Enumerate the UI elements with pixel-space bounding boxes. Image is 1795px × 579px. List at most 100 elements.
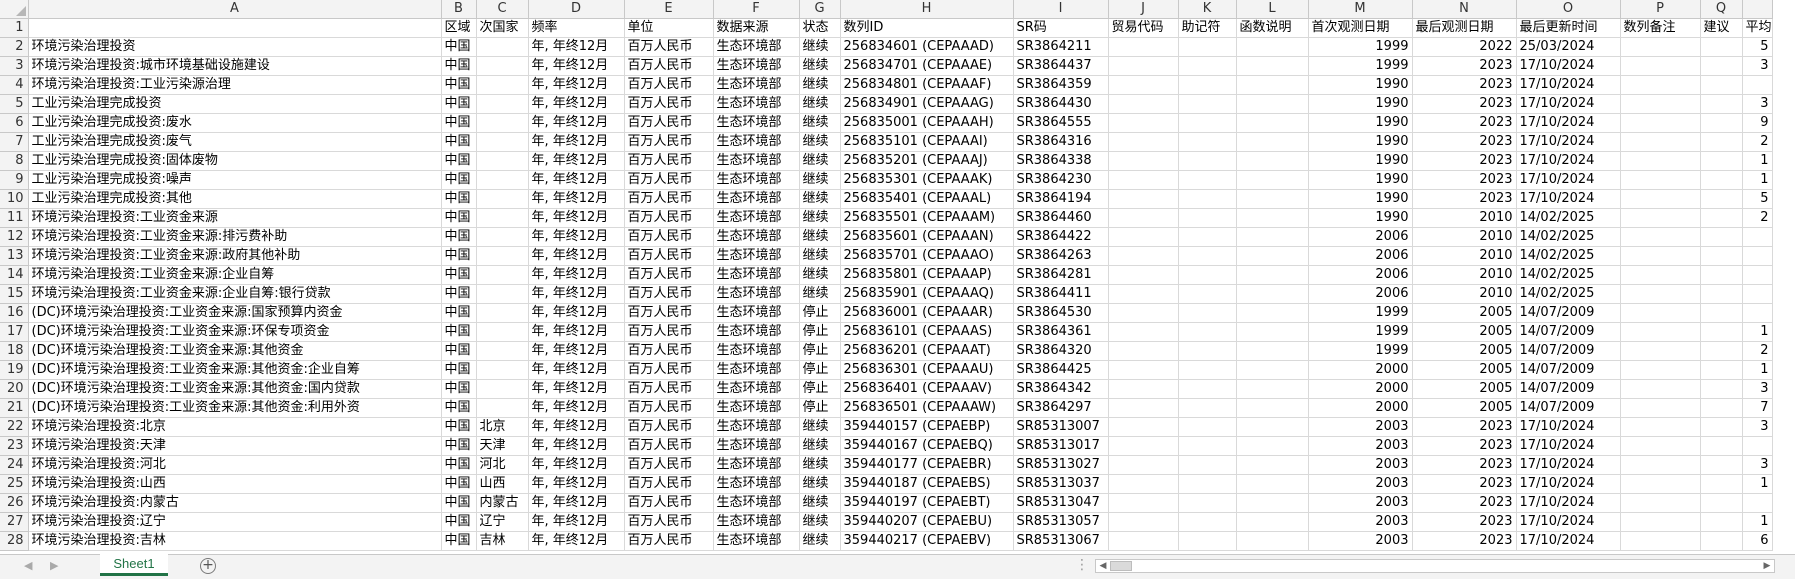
cell[interactable]: 17/10/2024 bbox=[1516, 151, 1621, 171]
cell[interactable]: 中国 bbox=[441, 493, 477, 513]
cell[interactable]: 1990 bbox=[1308, 208, 1413, 228]
cell[interactable]: 环境污染治理投资:工业资金来源:企业自筹:银行贷款 bbox=[28, 284, 442, 304]
cell[interactable]: 继续 bbox=[799, 265, 841, 285]
cell[interactable]: 生态环境部 bbox=[713, 151, 800, 171]
cell[interactable]: SR3864359 bbox=[1013, 75, 1109, 95]
cell[interactable]: 2000 bbox=[1308, 398, 1413, 418]
cell[interactable]: 环境污染治理投资 bbox=[28, 37, 442, 57]
cell[interactable]: SR85313027 bbox=[1013, 455, 1109, 475]
cell[interactable]: 中国 bbox=[441, 170, 477, 190]
cell[interactable] bbox=[1108, 151, 1179, 171]
cell[interactable]: 生态环境部 bbox=[713, 208, 800, 228]
cell[interactable] bbox=[476, 265, 529, 285]
cell[interactable]: SR3864430 bbox=[1013, 94, 1109, 114]
column-header[interactable]: F bbox=[713, 0, 800, 19]
column-header[interactable]: E bbox=[624, 0, 714, 19]
cell[interactable] bbox=[1178, 474, 1237, 494]
cell[interactable]: 2005 bbox=[1412, 341, 1517, 361]
cell[interactable] bbox=[1236, 208, 1309, 228]
cell[interactable]: 百万人民币 bbox=[624, 246, 714, 266]
cell[interactable] bbox=[1700, 94, 1743, 114]
cell[interactable] bbox=[1236, 493, 1309, 513]
row-number[interactable]: 9 bbox=[0, 170, 29, 190]
cell[interactable]: 继续 bbox=[799, 531, 841, 551]
cell[interactable] bbox=[1178, 56, 1237, 76]
cell[interactable]: 256835201 (CEPAAAJ) bbox=[840, 151, 1014, 171]
cell[interactable]: 2000 bbox=[1308, 379, 1413, 399]
cell[interactable] bbox=[1178, 113, 1237, 133]
cell[interactable] bbox=[1700, 493, 1743, 513]
cell[interactable]: 生态环境部 bbox=[713, 474, 800, 494]
column-title-cell[interactable]: 数据来源 bbox=[713, 18, 800, 38]
cell[interactable]: 256835101 (CEPAAAI) bbox=[840, 132, 1014, 152]
row-number[interactable]: 15 bbox=[0, 284, 29, 304]
cell[interactable]: 256836201 (CEPAAAT) bbox=[840, 341, 1014, 361]
cell[interactable] bbox=[1108, 341, 1179, 361]
cell[interactable] bbox=[1620, 398, 1701, 418]
cell[interactable] bbox=[1236, 360, 1309, 380]
row-number[interactable]: 22 bbox=[0, 417, 29, 437]
cell[interactable]: 年, 年终12月 bbox=[528, 303, 625, 323]
worksheet-table[interactable]: A B C D E F G H I J K L M N O P Q 1 区域 次国家 频率 单位 数据来源 状态 数列ID SR码… bbox=[0, 0, 1773, 551]
cell[interactable]: 北京 bbox=[476, 417, 529, 437]
cell[interactable]: 年, 年终12月 bbox=[528, 227, 625, 247]
cell[interactable]: 359440197 (CEPAEBT) bbox=[840, 493, 1014, 513]
cell[interactable]: 中国 bbox=[441, 189, 477, 209]
cell[interactable]: 17/10/2024 bbox=[1516, 512, 1621, 532]
cell[interactable] bbox=[1700, 341, 1743, 361]
cell[interactable]: 1 bbox=[1742, 512, 1773, 532]
column-header[interactable]: B bbox=[441, 0, 477, 19]
cell[interactable] bbox=[1700, 455, 1743, 475]
cell[interactable]: SR3864437 bbox=[1013, 56, 1109, 76]
cell[interactable] bbox=[1108, 75, 1179, 95]
cell[interactable]: 环境污染治理投资:山西 bbox=[28, 474, 442, 494]
row-number[interactable]: 18 bbox=[0, 341, 29, 361]
cell[interactable]: 百万人民币 bbox=[624, 208, 714, 228]
cell[interactable] bbox=[1236, 132, 1309, 152]
cell[interactable]: 359440167 (CEPAEBQ) bbox=[840, 436, 1014, 456]
cell[interactable]: 17/10/2024 bbox=[1516, 75, 1621, 95]
cell[interactable] bbox=[1236, 474, 1309, 494]
cell[interactable]: SR3864342 bbox=[1013, 379, 1109, 399]
cell[interactable] bbox=[476, 56, 529, 76]
cell[interactable]: 14/07/2009 bbox=[1516, 379, 1621, 399]
cell[interactable] bbox=[1178, 208, 1237, 228]
cell[interactable] bbox=[1178, 341, 1237, 361]
cell[interactable]: 256834801 (CEPAAAF) bbox=[840, 75, 1014, 95]
cell[interactable] bbox=[1108, 360, 1179, 380]
cell[interactable]: 2023 bbox=[1412, 170, 1517, 190]
cell[interactable]: (DC)环境污染治理投资:工业资金来源:其他资金 bbox=[28, 341, 442, 361]
column-title-cell[interactable]: 数列ID bbox=[840, 18, 1014, 38]
cell[interactable] bbox=[1700, 189, 1743, 209]
cell[interactable]: 年, 年终12月 bbox=[528, 417, 625, 437]
cell[interactable]: 中国 bbox=[441, 531, 477, 551]
cell[interactable]: 17/10/2024 bbox=[1516, 455, 1621, 475]
cell[interactable] bbox=[1236, 151, 1309, 171]
cell[interactable]: (DC)环境污染治理投资:工业资金来源:国家预算内资金 bbox=[28, 303, 442, 323]
cell[interactable]: 年, 年终12月 bbox=[528, 265, 625, 285]
cell[interactable]: 中国 bbox=[441, 455, 477, 475]
cell[interactable]: 2005 bbox=[1412, 379, 1517, 399]
column-title-cell[interactable]: 助记符 bbox=[1178, 18, 1237, 38]
cell[interactable]: 百万人民币 bbox=[624, 455, 714, 475]
cell[interactable] bbox=[1178, 398, 1237, 418]
cell[interactable]: 2023 bbox=[1412, 417, 1517, 437]
cell[interactable]: 继续 bbox=[799, 493, 841, 513]
cell[interactable]: 停止 bbox=[799, 341, 841, 361]
cell[interactable]: 环境污染治理投资:工业资金来源 bbox=[28, 208, 442, 228]
cell[interactable]: 256835601 (CEPAAAN) bbox=[840, 227, 1014, 247]
cell[interactable]: 2003 bbox=[1308, 474, 1413, 494]
cell[interactable]: 工业污染治理完成投资:其他 bbox=[28, 189, 442, 209]
cell[interactable] bbox=[1620, 189, 1701, 209]
cell[interactable]: SR3864263 bbox=[1013, 246, 1109, 266]
cell[interactable]: (DC)环境污染治理投资:工业资金来源:其他资金:国内贷款 bbox=[28, 379, 442, 399]
cell[interactable]: 年, 年终12月 bbox=[528, 132, 625, 152]
cell[interactable] bbox=[1700, 474, 1743, 494]
row-number[interactable]: 2 bbox=[0, 37, 29, 57]
cell[interactable] bbox=[1620, 417, 1701, 437]
cell[interactable] bbox=[1620, 246, 1701, 266]
cell[interactable] bbox=[1700, 170, 1743, 190]
cell[interactable] bbox=[476, 132, 529, 152]
cell[interactable] bbox=[1236, 94, 1309, 114]
cell[interactable] bbox=[1742, 227, 1773, 247]
